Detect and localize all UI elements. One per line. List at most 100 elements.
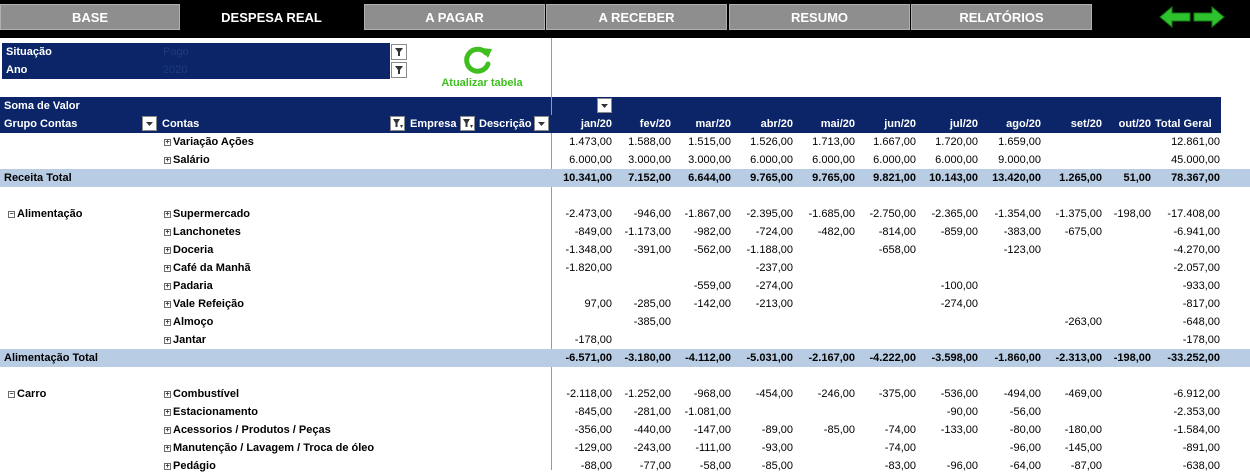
value-cell xyxy=(981,313,1041,331)
expand-icon[interactable]: + xyxy=(164,156,171,164)
value-cell: 6.000,00 xyxy=(873,154,916,166)
value-cell xyxy=(1091,403,1151,421)
filter-situacao-value[interactable]: Pago xyxy=(160,43,390,61)
conta-label[interactable]: + Variação Ações xyxy=(164,133,254,151)
value-cell xyxy=(1091,259,1151,277)
expand-icon[interactable]: + xyxy=(164,336,171,344)
tab-base[interactable]: BASE xyxy=(0,4,180,30)
subtotal-label: Receita Total xyxy=(4,169,72,187)
tab-relat-rios[interactable]: RELATÓRIOS xyxy=(911,4,1092,30)
value-cell: -559,00 xyxy=(693,280,731,292)
pivot-values-header: Soma de Valor xyxy=(0,97,551,115)
conta-label[interactable]: + Café da Manhã xyxy=(164,259,251,277)
refresh-icon[interactable] xyxy=(460,44,496,76)
expand-icon[interactable]: + xyxy=(164,462,171,470)
value-cell: 6.000,00 xyxy=(569,154,612,166)
grupo-contas-dropdown[interactable] xyxy=(142,116,157,131)
conta-label[interactable]: + Pedágio xyxy=(164,457,216,475)
header-grupo-contas: Grupo Contas xyxy=(4,118,78,130)
conta-label[interactable]: + Lanchonetes xyxy=(164,223,241,241)
value-cell: 10.143,00 xyxy=(929,172,978,184)
group-label[interactable]: − Carro xyxy=(8,385,46,403)
value-cell: -1.081,00 xyxy=(684,406,731,418)
value-cell xyxy=(1091,151,1151,169)
expand-icon[interactable]: + xyxy=(164,390,171,398)
value-cell: -2.395,00 xyxy=(746,208,793,220)
tab-a-receber[interactable]: A RECEBER xyxy=(546,4,727,30)
value-cell xyxy=(918,259,978,277)
value-cell: 7.152,00 xyxy=(628,172,671,184)
expand-icon[interactable]: + xyxy=(164,426,171,434)
conta-label[interactable]: + Almoço xyxy=(164,313,213,331)
value-cell: -237,00 xyxy=(755,262,793,274)
conta-label[interactable]: + Estacionamento xyxy=(164,403,258,421)
value-cell: -658,00 xyxy=(878,244,916,256)
conta-label[interactable]: + Combustível xyxy=(164,385,239,403)
value-cell: -1.252,00 xyxy=(624,388,671,400)
column-filter-dropdown[interactable] xyxy=(597,98,612,113)
group-text: Receita Total xyxy=(4,172,72,184)
value-cell: -536,00 xyxy=(940,388,978,400)
conta-label[interactable]: + Supermercado xyxy=(164,205,250,223)
value-cell: 1.713,00 xyxy=(812,136,855,148)
tab-a-pagar[interactable]: A PAGAR xyxy=(364,4,545,30)
value-cell: -1.867,00 xyxy=(684,208,731,220)
descricao-dropdown[interactable] xyxy=(534,116,549,131)
expand-icon[interactable]: + xyxy=(164,408,171,416)
value-cell: 3.000,00 xyxy=(628,154,671,166)
back-arrow-icon[interactable] xyxy=(1158,5,1192,29)
value-cell: -80,00 xyxy=(1009,424,1041,436)
value-cell: 1.526,00 xyxy=(750,136,793,148)
total-cell: -4.270,00 xyxy=(1173,244,1220,256)
forward-arrow-icon[interactable] xyxy=(1192,5,1226,29)
value-cell: -1.860,00 xyxy=(994,352,1041,364)
filter-situacao-button[interactable] xyxy=(391,44,407,60)
value-cell xyxy=(1091,457,1151,475)
conta-label[interactable]: + Acessorios / Produtos / Peças xyxy=(164,421,331,439)
filter-ano-value[interactable]: 2020 xyxy=(160,61,390,79)
filter-ano-button[interactable] xyxy=(391,62,407,78)
expand-icon[interactable]: + xyxy=(164,228,171,236)
value-cell: 6.000,00 xyxy=(935,154,978,166)
value-cell xyxy=(981,259,1041,277)
total-cell: -2.353,00 xyxy=(1173,406,1220,418)
value-cell xyxy=(1091,241,1151,259)
expand-icon[interactable]: + xyxy=(164,318,171,326)
tab-despesa-real[interactable]: DESPESA REAL xyxy=(181,4,362,30)
conta-label[interactable]: + Jantar xyxy=(164,331,206,349)
conta-label[interactable]: + Vale Refeição xyxy=(164,295,244,313)
table-row: − Alimentação + Supermercado -2.473,00 -946,0… xyxy=(0,205,1250,223)
value-cell: -83,00 xyxy=(884,460,916,472)
group-label[interactable]: − Alimentação xyxy=(8,205,82,223)
collapse-icon[interactable]: − xyxy=(8,390,15,398)
value-cell xyxy=(795,313,855,331)
expand-icon[interactable]: + xyxy=(164,444,171,452)
tab-resumo[interactable]: RESUMO xyxy=(729,4,910,30)
value-cell: -385,00 xyxy=(633,316,671,328)
expand-icon[interactable]: + xyxy=(164,246,171,254)
value-cell: -198,00 xyxy=(1113,352,1151,364)
table-row: + Estacionamento -845,00 -281,00 -1.081,00 -9… xyxy=(0,403,1250,421)
total-cell: 78.367,00 xyxy=(1171,172,1220,184)
expand-icon[interactable]: + xyxy=(164,282,171,290)
value-cell xyxy=(1091,385,1151,403)
conta-label[interactable]: + Padaria xyxy=(164,277,213,295)
table-row: + Doceria -1.348,00 -391,00 -562,00 -1.188,00… xyxy=(0,241,1250,259)
value-cell: 9.821,00 xyxy=(873,172,916,184)
expand-icon[interactable]: + xyxy=(164,300,171,308)
conta-label[interactable]: + Doceria xyxy=(164,241,213,259)
empresa-filter-button[interactable] xyxy=(460,116,475,131)
conta-label[interactable]: + Manutenção / Lavagem / Troca de óleo xyxy=(164,439,374,457)
conta-label[interactable]: + Salário xyxy=(164,151,210,169)
value-cell xyxy=(733,403,793,421)
expand-icon[interactable]: + xyxy=(164,138,171,146)
refresh-table-button[interactable]: Atualizar tabela xyxy=(437,77,527,89)
collapse-icon[interactable]: − xyxy=(8,210,15,218)
value-cell: -93,00 xyxy=(761,442,793,454)
value-cell xyxy=(795,241,855,259)
value-cell: 1.473,00 xyxy=(569,136,612,148)
expand-icon[interactable]: + xyxy=(164,210,171,218)
contas-filter-button[interactable] xyxy=(390,116,405,131)
group-text: Carro xyxy=(17,388,47,400)
expand-icon[interactable]: + xyxy=(164,264,171,272)
